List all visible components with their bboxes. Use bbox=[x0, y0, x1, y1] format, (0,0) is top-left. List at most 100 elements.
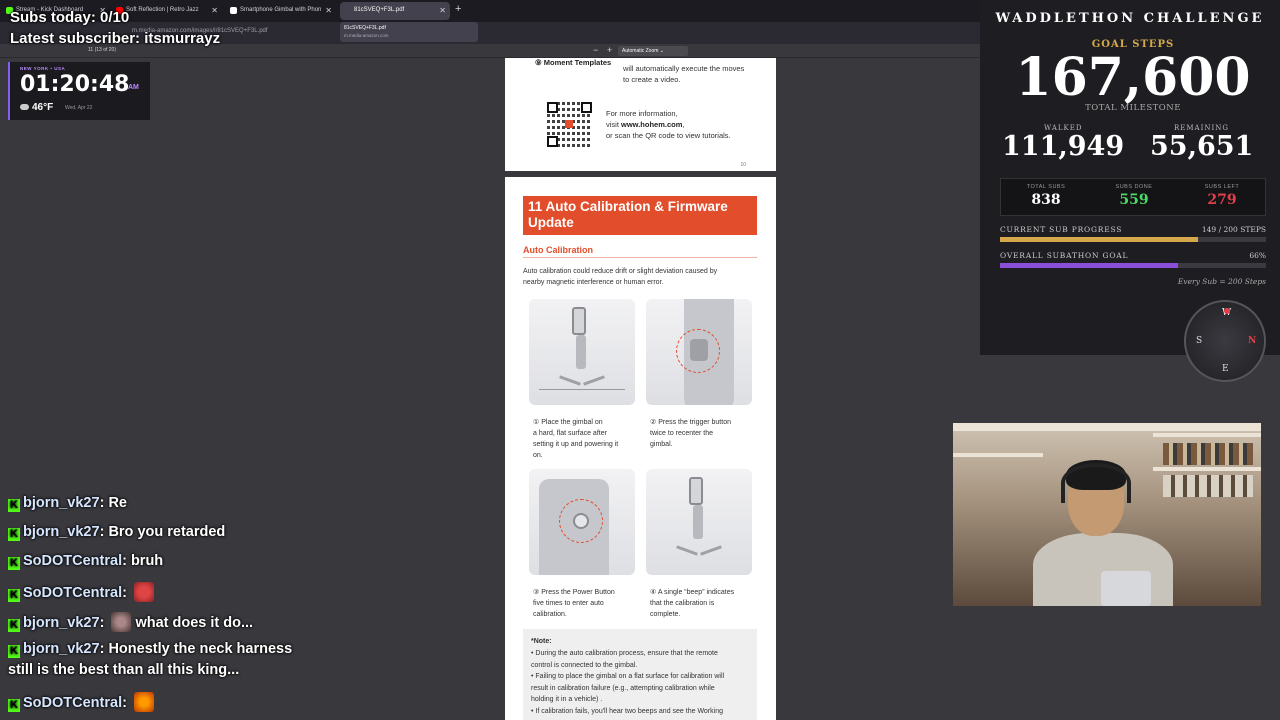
overall-goal-fill bbox=[1000, 263, 1178, 268]
moment-templates-label: ⑨ Moment Templates bbox=[535, 58, 612, 67]
info-text: or scan the QR code to view tutorials. bbox=[606, 131, 731, 140]
step-4-text: ④ A single “beep” indicates that the cali… bbox=[650, 589, 735, 618]
hohem-link[interactable]: www.hohem.com bbox=[621, 120, 682, 129]
tab-pdf[interactable]: 81cSVEQ+F3L.pdf ✕ bbox=[340, 2, 450, 20]
intro-text: nearby magnetic interference or human er… bbox=[523, 279, 664, 286]
note-box: *Note: • During the auto calibration pro… bbox=[523, 629, 757, 720]
info-text: For more information, bbox=[606, 109, 678, 118]
chat-text: Honestly the neck harness bbox=[108, 641, 293, 657]
challenge-title: WADDLETHON CHALLENGE bbox=[995, 11, 1265, 26]
tab-title: Soft Reflection | Retro Jazz bbox=[126, 7, 199, 13]
new-tab-button[interactable]: + bbox=[455, 3, 461, 15]
chat-text: what does it do... bbox=[135, 615, 254, 631]
chat-message: Kbjorn_vk27: Re bbox=[8, 495, 127, 512]
overall-goal-bar bbox=[1000, 263, 1266, 268]
goal-steps-value: 167,600 bbox=[1015, 47, 1251, 108]
total-milestone-label: TOTAL MILESTONE bbox=[1085, 103, 1181, 113]
tab-title: Smartphone Gimbal with Phon bbox=[240, 7, 322, 13]
zoom-out-button[interactable]: − bbox=[593, 45, 598, 55]
kick-badge-icon: K bbox=[8, 528, 20, 541]
current-progress-fill bbox=[1000, 237, 1199, 242]
close-icon[interactable]: ✕ bbox=[211, 6, 218, 15]
moment-text: to create a video. bbox=[623, 75, 681, 84]
step-2-text: ② Press the trigger button twice to recen… bbox=[650, 419, 731, 448]
overall-goal-label: OVERALL SUBATHON GOAL bbox=[1000, 251, 1129, 260]
amazon-icon bbox=[230, 7, 237, 14]
chat-message: Kbjorn_vk27: Bro you retarded bbox=[8, 524, 225, 541]
divider bbox=[523, 257, 757, 258]
compass-n: N bbox=[1248, 336, 1257, 346]
remaining-value: 55,651 bbox=[1150, 131, 1254, 162]
chat-username[interactable]: bjorn_vk27 bbox=[23, 615, 100, 631]
zoom-select[interactable]: Automatic Zoom ⌄ bbox=[618, 46, 688, 56]
kick-badge-icon: K bbox=[8, 619, 20, 632]
webcam-feed bbox=[953, 423, 1261, 606]
preview-title: 81cSVEQ+F3L.pdf bbox=[344, 25, 386, 31]
overall-goal-value: 66% bbox=[1249, 251, 1266, 260]
moment-text: will automatically execute the moves bbox=[623, 64, 745, 73]
chat-message: Kbjorn_vk27: what does it do... bbox=[8, 612, 253, 632]
chat-username[interactable]: bjorn_vk27 bbox=[23, 524, 100, 540]
compass-needle-icon bbox=[1224, 308, 1230, 314]
angry-face-emote-icon bbox=[133, 582, 154, 602]
pdf-page-11: 11 Auto Calibration & Firmware Update Au… bbox=[505, 177, 776, 720]
clock-location: NEW YORK • USA bbox=[20, 66, 66, 71]
step-1-text: ① Place the gimbal on a hard, flat surfac… bbox=[533, 419, 619, 459]
kick-badge-icon: K bbox=[8, 699, 20, 712]
chat-text: Bro you retarded bbox=[108, 524, 226, 540]
preview-domain: m.media-amazon.com bbox=[344, 33, 389, 38]
gimbal-flat-surface-image bbox=[529, 299, 635, 405]
close-icon[interactable]: ✕ bbox=[439, 6, 446, 15]
current-progress-bar bbox=[1000, 237, 1266, 242]
pdf-page-10: ⑨ Moment Templates will automatically ex… bbox=[505, 58, 776, 171]
calibration-complete-image bbox=[646, 469, 752, 575]
note-list: • During the auto calibration process, e… bbox=[531, 650, 725, 715]
every-sub-note: Every Sub = 200 Steps bbox=[1177, 277, 1266, 286]
tab-smartphone-gimbal[interactable]: Smartphone Gimbal with Phon ✕ bbox=[226, 2, 336, 20]
kick-badge-icon: K bbox=[8, 645, 20, 658]
face-emote-icon bbox=[111, 612, 132, 632]
chat-text: bruh bbox=[130, 553, 164, 569]
chat-message: Kbjorn_vk27: Honestly the neck harness bbox=[8, 641, 292, 658]
compass-s: S bbox=[1196, 336, 1203, 346]
section-header: 11 Auto Calibration & Firmware Update bbox=[523, 196, 757, 235]
chat-username[interactable]: SoDOTCentral bbox=[23, 695, 122, 711]
tab-preview-tooltip: 81cSVEQ+F3L.pdf m.media-amazon.com bbox=[340, 22, 478, 42]
latest-subscriber: Latest subscriber: itsmurrayz bbox=[10, 30, 221, 47]
trigger-button-image bbox=[646, 299, 752, 405]
clock-widget: NEW YORK • USA 01:20:48 AM 46°F Wed, Apr… bbox=[8, 62, 150, 120]
chat-message: K SoDOTCentral: bbox=[8, 692, 154, 712]
current-progress-label: CURRENT SUB PROGRESS bbox=[1000, 225, 1123, 234]
page-indicator[interactable]: 11 (13 of 20) bbox=[88, 47, 116, 53]
kick-badge-icon: K bbox=[8, 557, 20, 570]
subs-summary-box: TOTAL SUBS 838 SUBS DONE 559 SUBS LEFT 2… bbox=[1000, 178, 1266, 216]
section-subheader: Auto Calibration bbox=[523, 245, 593, 255]
clock-ampm: AM bbox=[128, 84, 139, 91]
chat-username[interactable]: SoDOTCentral bbox=[23, 585, 122, 601]
kick-badge-icon: K bbox=[8, 589, 20, 602]
intro-text: Auto calibration could reduce drift or s… bbox=[523, 268, 718, 275]
page-number: 10 bbox=[740, 162, 746, 168]
subs-done: SUBS DONE 559 bbox=[1115, 184, 1153, 208]
chat-message: K SoDOTCentral: bbox=[8, 582, 154, 602]
zoom-in-button[interactable]: + bbox=[607, 45, 612, 55]
chat-message: K SoDOTCentral: bruh bbox=[8, 553, 163, 570]
temperature: 46°F bbox=[32, 102, 54, 113]
tab-title: 81cSVEQ+F3L.pdf bbox=[354, 7, 405, 13]
clock-date: Wed, Apr 22 bbox=[65, 105, 93, 111]
compass-widget: W N S E bbox=[1184, 300, 1266, 382]
subs-today-counter: Subs today: 0/10 bbox=[10, 9, 130, 26]
close-icon[interactable]: ✕ bbox=[325, 6, 332, 15]
compass-e: E bbox=[1222, 364, 1229, 374]
kick-badge-icon: K bbox=[8, 499, 20, 512]
chat-username[interactable]: bjorn_vk27 bbox=[23, 495, 100, 511]
cloud-icon bbox=[20, 104, 29, 110]
chat-username[interactable]: SoDOTCentral bbox=[23, 553, 122, 569]
current-progress-value: 149 / 200 STEPS bbox=[1201, 225, 1266, 234]
chat-text-continued: still is the best than all this king... bbox=[8, 662, 240, 678]
info-text: visit www.hohem.com, bbox=[606, 120, 685, 129]
total-subs: TOTAL SUBS 838 bbox=[1026, 184, 1066, 208]
power-button-image bbox=[529, 469, 635, 575]
walked-value: 111,949 bbox=[1002, 131, 1125, 162]
chat-username[interactable]: bjorn_vk27 bbox=[23, 641, 100, 657]
